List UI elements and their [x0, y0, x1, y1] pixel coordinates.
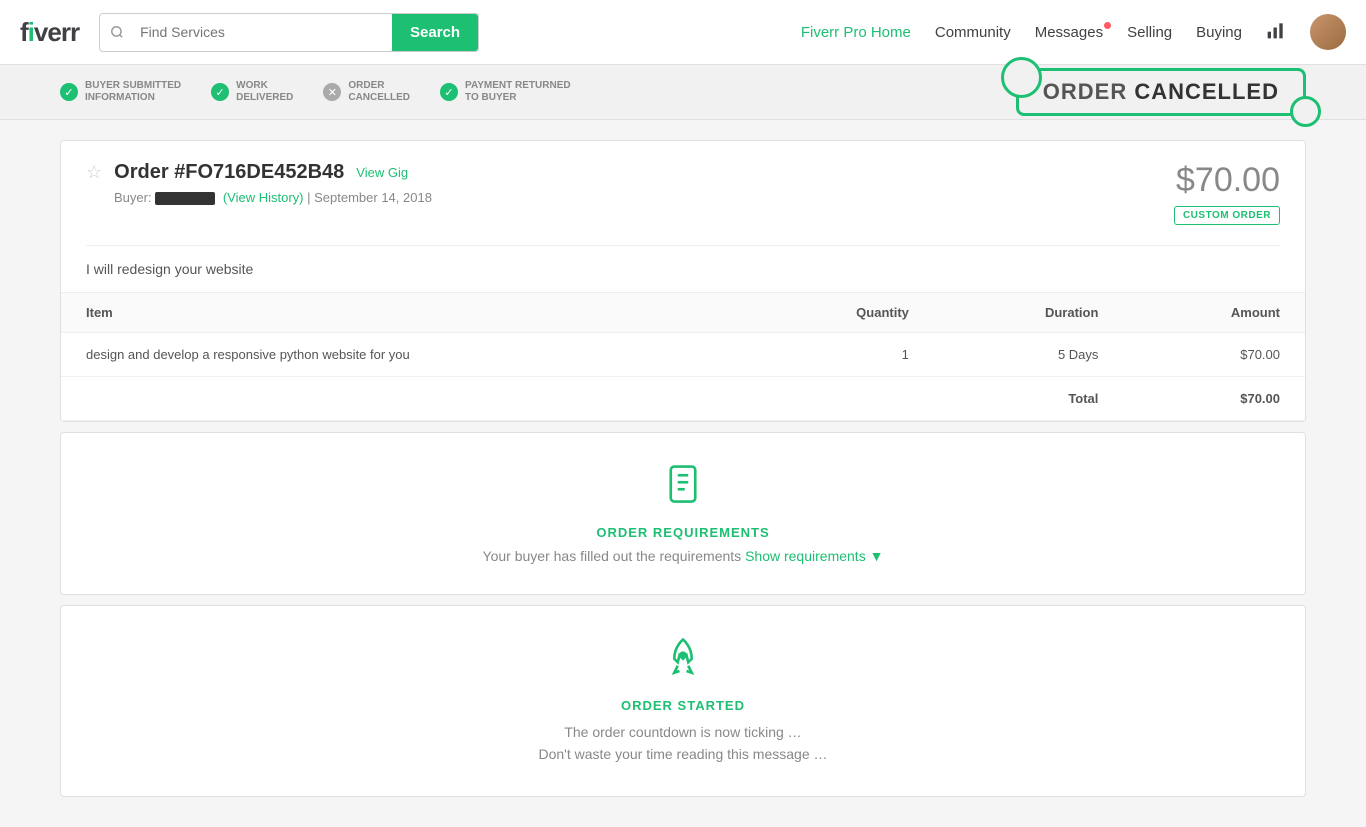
order-left: ☆ Order #FO716DE452B48 View Gig Buyer: (… [86, 161, 432, 205]
requirements-title: ORDER REQUIREMENTS [86, 525, 1280, 540]
order-meta: Buyer: (View History) | September 14, 20… [114, 190, 432, 205]
total-label: Total [61, 377, 1123, 421]
total-row: Total $70.00 [61, 377, 1305, 421]
step-icon-payment: ✓ [440, 83, 458, 101]
col-quantity: Quantity [746, 293, 934, 333]
order-header: ☆ Order #FO716DE452B48 View Gig Buyer: (… [61, 141, 1305, 245]
order-cancelled-badge: ORDER CANCELLED [1016, 68, 1306, 116]
status-steps: ✓ BUYER SUBMITTEDINFORMATION ✓ WORKDELIV… [60, 80, 571, 104]
search-icon [100, 25, 134, 39]
view-gig-link[interactable]: View Gig [356, 165, 408, 180]
order-table: Item Quantity Duration Amount design and… [61, 292, 1305, 421]
step-buyer-submitted: ✓ BUYER SUBMITTEDINFORMATION [60, 80, 181, 104]
avatar[interactable] [1310, 14, 1346, 50]
table-header-row: Item Quantity Duration Amount [61, 293, 1305, 333]
order-started-description: The order countdown is now ticking … Don… [86, 721, 1280, 766]
nav-pro-home[interactable]: Fiverr Pro Home [801, 24, 911, 41]
requirements-description: Your buyer has filled out the requiremen… [86, 548, 1280, 564]
analytics-icon[interactable] [1266, 20, 1286, 45]
order-price: $70.00 [1174, 161, 1280, 200]
nav-community[interactable]: Community [935, 24, 1011, 41]
col-amount: Amount [1123, 293, 1305, 333]
cancelled-text: ORDER CANCELLED [1043, 79, 1279, 104]
search-button[interactable]: Search [392, 14, 478, 51]
order-date: September 14, 2018 [314, 190, 432, 205]
order-description: I will redesign your website [61, 246, 1305, 292]
nav-buying[interactable]: Buying [1196, 24, 1242, 41]
step-work-delivered: ✓ WORKDELIVERED [211, 80, 293, 104]
buyer-name-redacted [155, 192, 215, 205]
step-icon-work: ✓ [211, 83, 229, 101]
order-title-row: ☆ Order #FO716DE452B48 View Gig [86, 161, 432, 184]
rocket-icon [86, 636, 1280, 688]
view-history-link[interactable]: (View History) [223, 190, 304, 205]
search-bar: Search [99, 13, 479, 52]
order-right: $70.00 CUSTOM ORDER [1174, 161, 1280, 225]
buyer-label: Buyer: [114, 190, 152, 205]
step-label-cancel: ORDERCANCELLED [348, 80, 410, 104]
favorite-star-icon[interactable]: ☆ [86, 162, 102, 183]
col-item: Item [61, 293, 746, 333]
status-bar: ✓ BUYER SUBMITTEDINFORMATION ✓ WORKDELIV… [0, 65, 1366, 120]
logo[interactable]: fiverr [20, 17, 79, 48]
order-card: ☆ Order #FO716DE452B48 View Gig Buyer: (… [60, 140, 1306, 422]
row-quantity: 1 [746, 333, 934, 377]
row-duration: 5 Days [934, 333, 1124, 377]
step-icon-buyer: ✓ [60, 83, 78, 101]
step-order-cancelled: ✕ ORDERCANCELLED [323, 80, 410, 104]
order-started-title: ORDER STARTED [86, 698, 1280, 713]
step-payment-returned: ✓ PAYMENT RETURNEDTO BUYER [440, 80, 571, 104]
custom-order-badge: CUSTOM ORDER [1174, 206, 1280, 225]
header: fiverr Search Fiverr Pro Home Community … [0, 0, 1366, 65]
search-input[interactable] [134, 14, 392, 50]
main-content: ☆ Order #FO716DE452B48 View Gig Buyer: (… [0, 120, 1366, 827]
total-value: $70.00 [1123, 377, 1305, 421]
step-icon-cancel: ✕ [323, 83, 341, 101]
requirements-card: ORDER REQUIREMENTS Your buyer has filled… [60, 432, 1306, 595]
col-duration: Duration [934, 293, 1124, 333]
show-requirements-link[interactable]: Show requirements ▼ [745, 548, 883, 564]
messages-dot [1104, 22, 1111, 29]
nav-messages[interactable]: Messages [1035, 24, 1103, 41]
order-id: Order #FO716DE452B48 [114, 161, 344, 184]
main-nav: Fiverr Pro Home Community Messages Selli… [801, 14, 1346, 50]
step-label-payment: PAYMENT RETURNEDTO BUYER [465, 80, 571, 104]
step-label-work: WORKDELIVERED [236, 80, 293, 104]
order-started-card: ORDER STARTED The order countdown is now… [60, 605, 1306, 797]
requirements-icon [86, 463, 1280, 515]
nav-selling[interactable]: Selling [1127, 24, 1172, 41]
table-row: design and develop a responsive python w… [61, 333, 1305, 377]
step-label-buyer: BUYER SUBMITTEDINFORMATION [85, 80, 181, 104]
row-item: design and develop a responsive python w… [61, 333, 746, 377]
row-amount: $70.00 [1123, 333, 1305, 377]
